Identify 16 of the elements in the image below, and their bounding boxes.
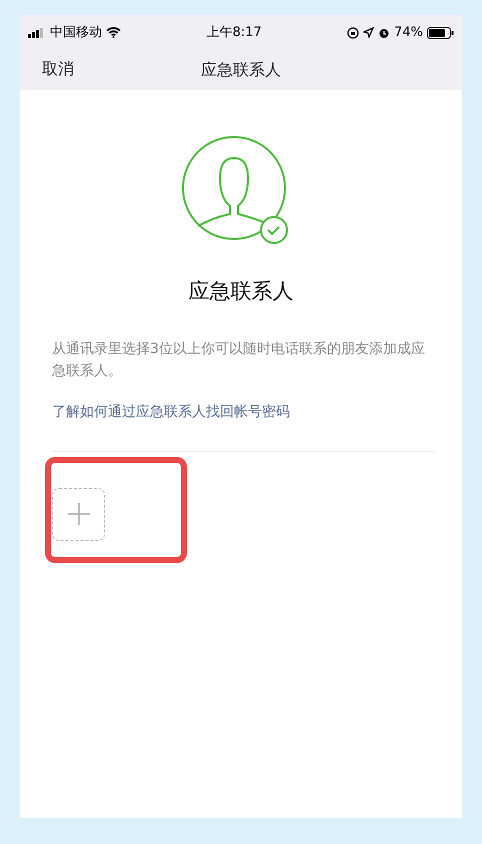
battery-percent: 74% — [394, 24, 423, 42]
cancel-button[interactable]: 取消 — [42, 57, 74, 81]
alarm-icon — [378, 26, 390, 38]
status-time: 上午8:17 — [206, 24, 262, 42]
signal-icon — [28, 28, 46, 38]
description-text: 从通讯录里选择3位以上你可以随时电话联系的朋友添加成应急联系人。 — [52, 340, 426, 380]
location-icon — [363, 27, 374, 38]
section-heading: 应急联系人 — [188, 278, 294, 305]
add-contact-button[interactable] — [52, 488, 105, 540]
battery-icon — [426, 26, 454, 38]
page-title: 应急联系人 — [201, 59, 281, 81]
wifi-icon — [106, 27, 121, 38]
rotation-lock-icon — [347, 26, 360, 38]
carrier-name: 中国移动 — [50, 24, 102, 42]
plus-icon — [68, 503, 90, 525]
help-link[interactable]: 了解如何通过应急联系人找回帐号密码 — [52, 402, 290, 422]
